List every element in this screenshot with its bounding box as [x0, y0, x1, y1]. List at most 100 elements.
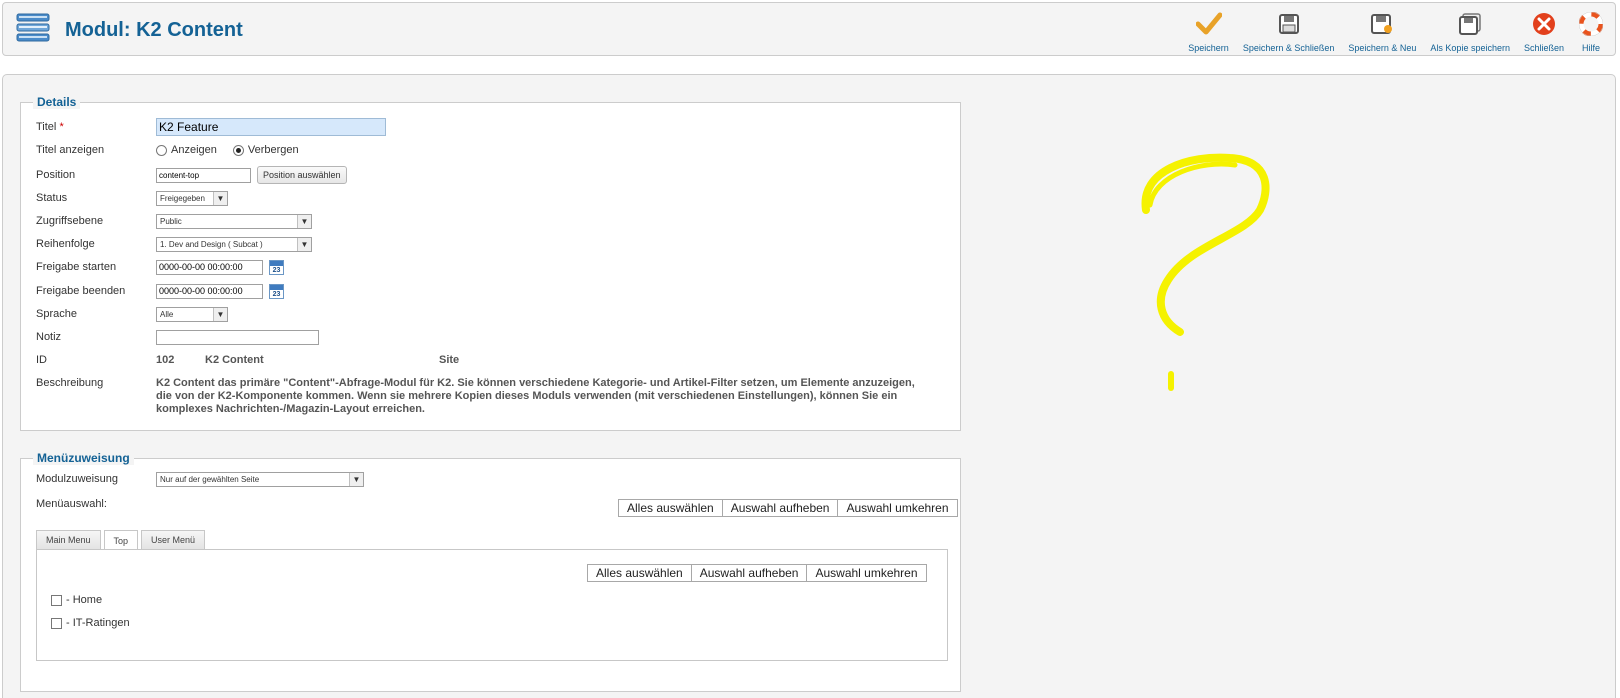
module-assignment-value: Nur auf der gewählten Seite — [160, 474, 260, 484]
menu-item-label: - Home — [66, 594, 103, 606]
page-title: Modul: K2 Content — [65, 19, 243, 41]
list-item: - IT-Ratingen — [51, 617, 130, 629]
module-assignment-select[interactable]: Nur auf der gewählten Seite ▼ — [156, 471, 364, 487]
chevron-down-icon: ▼ — [213, 307, 227, 321]
id-label: ID — [36, 354, 47, 366]
save-close-icon — [1276, 11, 1302, 37]
chevron-down-icon: ▼ — [349, 472, 363, 486]
toolbar: Speichern Speichern & Schließen Speicher… — [1181, 11, 1611, 55]
menu-selection-buttons: Alles auswählen Auswahl aufheben Auswahl… — [618, 499, 958, 517]
title-label-text: Titel — [36, 121, 57, 133]
language-select[interactable]: Alle ▼ — [156, 306, 228, 322]
menu-item-checkbox-home[interactable] — [51, 594, 62, 606]
save-button[interactable]: Speichern — [1181, 11, 1236, 55]
save-copy-icon — [1457, 11, 1483, 37]
tab-panel-top: Alles auswählen Auswahl aufheben Auswahl… — [36, 549, 948, 661]
show-title-radio-show[interactable] — [156, 144, 167, 156]
invert-selection-button[interactable]: Auswahl umkehren — [837, 499, 958, 517]
menu-tabs: Main Menu Top User Menü — [36, 530, 208, 550]
main-content: Details Titel * Titel anzeigen Anzeigen … — [2, 74, 1616, 698]
position-label: Position — [36, 169, 76, 181]
access-value: Public — [160, 216, 182, 226]
language-label: Sprache — [36, 308, 77, 320]
details-legend: Details — [33, 95, 81, 109]
title-row: Titel * — [36, 117, 386, 137]
header-bar: Modul: K2 Content Speichern Speichern & … — [2, 2, 1616, 56]
list-item: - Home — [51, 594, 102, 606]
tab-select-all-button[interactable]: Alles auswählen — [587, 564, 692, 582]
calendar-day: 23 — [272, 290, 281, 298]
tab-invert-selection-button[interactable]: Auswahl umkehren — [806, 564, 927, 582]
save-copy-label: Als Kopie speichern — [1430, 43, 1510, 53]
publish-up-row: Freigabe starten 23 — [36, 257, 284, 277]
position-row: Position Position auswählen — [36, 165, 347, 185]
details-fieldset: Details Titel * Titel anzeigen Anzeigen … — [20, 95, 961, 431]
publish-down-row: Freigabe beenden 23 — [36, 281, 284, 301]
access-row: Zugriffsebene Public ▼ — [36, 211, 312, 231]
ordering-select[interactable]: 1. Dev and Design ( Subcat ) ▼ — [156, 236, 312, 252]
calendar-icon[interactable]: 23 — [269, 259, 284, 275]
menu-item-checkbox-it-ratingen[interactable] — [51, 617, 62, 629]
save-label: Speichern — [1188, 43, 1229, 53]
tab-deselect-button[interactable]: Auswahl aufheben — [690, 564, 808, 582]
ordering-row: Reihenfolge 1. Dev and Design ( Subcat )… — [36, 234, 312, 254]
description-label: Beschreibung — [36, 377, 104, 389]
close-button[interactable]: Schließen — [1517, 11, 1571, 55]
select-position-button[interactable]: Position auswählen — [257, 166, 347, 184]
tab-main-menu[interactable]: Main Menu — [36, 530, 101, 549]
ordering-value: 1. Dev and Design ( Subcat ) — [160, 239, 263, 249]
show-title-row: Titel anzeigen Anzeigen Verbergen — [36, 140, 315, 160]
publish-down-input[interactable] — [156, 283, 263, 299]
module-assignment-label: Modulzuweisung — [36, 473, 118, 485]
access-select[interactable]: Public ▼ — [156, 213, 312, 229]
menu-assignment-legend: Menüzuweisung — [33, 451, 134, 465]
calendar-icon[interactable]: 23 — [269, 283, 284, 299]
required-marker: * — [59, 121, 64, 133]
module-assignment-row: Modulzuweisung Nur auf der gewählten Sei… — [36, 469, 364, 489]
save-close-label: Speichern & Schließen — [1242, 43, 1335, 53]
id-value: 102 — [156, 354, 175, 366]
note-row: Notiz — [36, 327, 319, 347]
save-close-button[interactable]: Speichern & Schließen — [1236, 11, 1342, 55]
ordering-label: Reihenfolge — [36, 238, 95, 250]
calendar-day: 23 — [272, 266, 281, 274]
help-button[interactable]: Hilfe — [1571, 11, 1611, 55]
id-row: ID 102 K2 Content Site — [36, 350, 459, 370]
show-title-label: Titel anzeigen — [36, 144, 105, 156]
hide-option-label: Verbergen — [247, 144, 299, 156]
module-manager-icon — [16, 12, 50, 48]
position-input[interactable] — [156, 167, 251, 183]
language-value: Alle — [160, 309, 174, 319]
show-option-label: Anzeigen — [171, 144, 217, 156]
description-row: Beschreibung — [36, 373, 156, 393]
help-icon — [1578, 11, 1604, 37]
deselect-button[interactable]: Auswahl aufheben — [721, 499, 839, 517]
description-text: K2 Content das primäre "Content"-Abfrage… — [156, 377, 915, 415]
status-value: Freigegeben — [160, 193, 205, 203]
save-copy-button[interactable]: Als Kopie speichern — [1423, 11, 1517, 55]
help-label: Hilfe — [1581, 43, 1600, 53]
close-label: Schließen — [1523, 43, 1564, 53]
publish-up-input[interactable] — [156, 259, 263, 275]
publish-down-label: Freigabe beenden — [36, 285, 126, 297]
status-label: Status — [36, 192, 68, 204]
save-new-icon — [1369, 11, 1395, 37]
tab-top[interactable]: Top — [103, 530, 139, 550]
select-all-button[interactable]: Alles auswählen — [618, 499, 723, 517]
show-title-radio-hide[interactable] — [232, 144, 244, 156]
language-row: Sprache Alle ▼ — [36, 304, 228, 324]
chevron-down-icon: ▼ — [213, 191, 227, 205]
title-input[interactable] — [156, 118, 386, 136]
menu-item-label: - IT-Ratingen — [66, 617, 130, 629]
status-select[interactable]: Freigegeben ▼ — [156, 190, 228, 206]
module-type: K2 Content — [205, 354, 264, 366]
menu-selection-label: Menüauswahl: — [36, 498, 107, 510]
title-label: Titel * — [36, 121, 156, 133]
tab-user-menu[interactable]: User Menü — [141, 530, 206, 549]
question-mark-annotation — [1141, 153, 1270, 391]
close-icon — [1531, 11, 1557, 37]
menu-assignment-fieldset: Menüzuweisung Modulzuweisung Nur auf der… — [20, 451, 961, 692]
note-input[interactable] — [156, 329, 319, 345]
note-label: Notiz — [36, 331, 62, 343]
save-new-button[interactable]: Speichern & Neu — [1341, 11, 1423, 55]
